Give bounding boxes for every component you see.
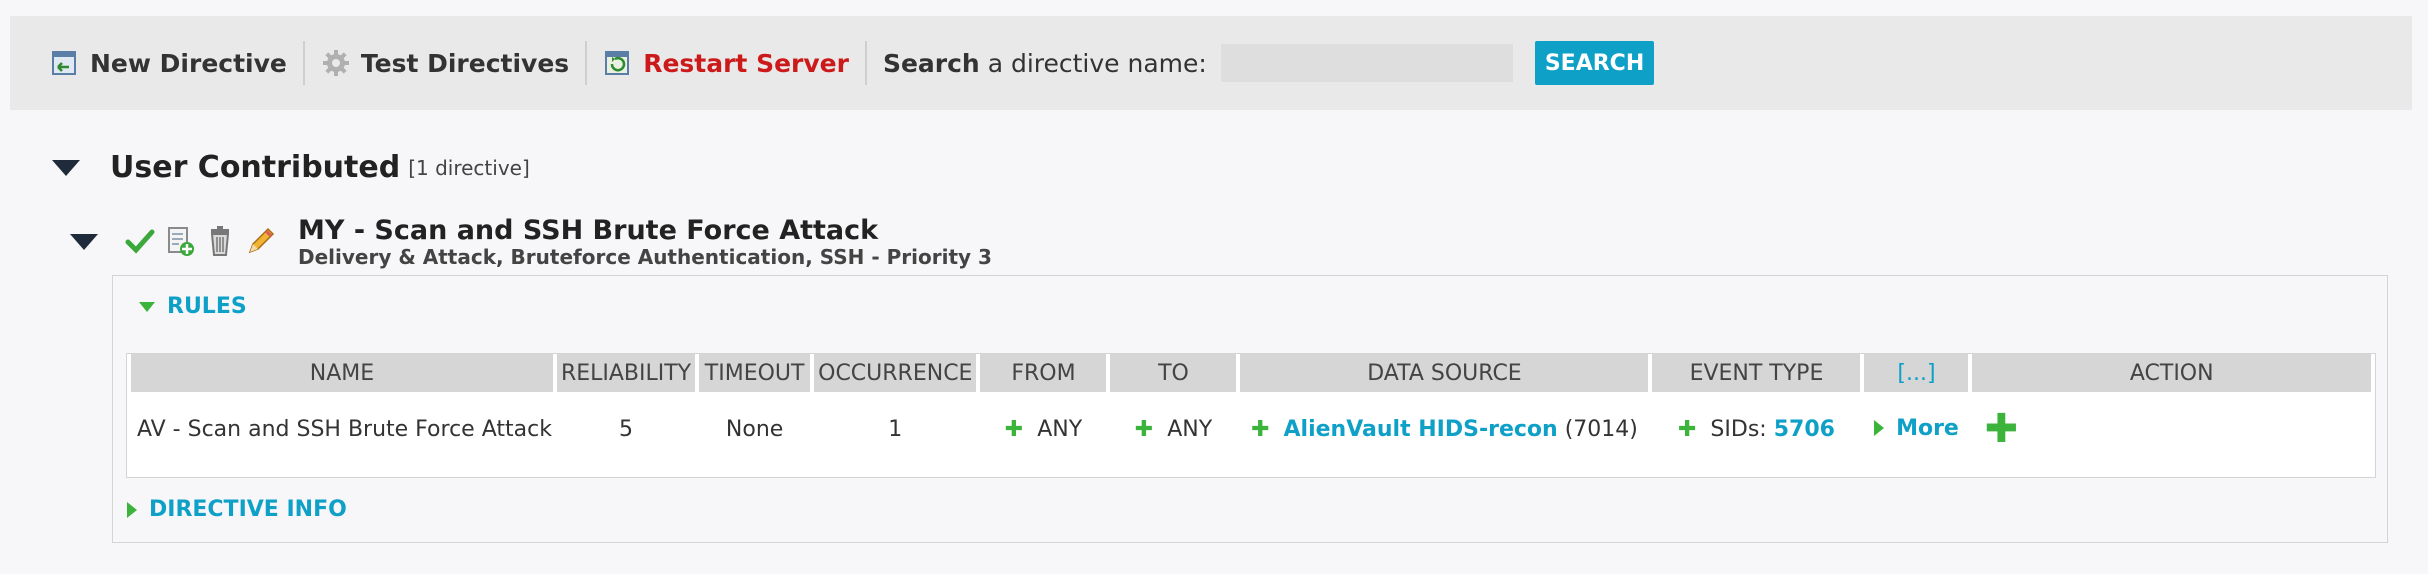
col-timeout: TIMEOUT	[699, 354, 811, 392]
gear-icon	[322, 50, 349, 76]
rule-to: ANY	[1167, 416, 1213, 442]
toolbar-divider	[302, 41, 305, 85]
col-from: FROM	[980, 354, 1107, 392]
data-source-link[interactable]: AlienVault HIDS-recon	[1284, 417, 1558, 442]
rule-from: ANY	[1037, 416, 1083, 442]
table-row: AV - Scan and SSH Brute Force Attack 5 N…	[131, 392, 2371, 466]
sids-label: SIDs:	[1710, 416, 1767, 442]
rule-event-type-cell: ✚ SIDs: 5706	[1652, 392, 1860, 466]
rules-label: RULES	[167, 294, 247, 319]
more-label: More	[1896, 415, 1959, 441]
col-more-link[interactable]: [...]	[1864, 354, 1969, 392]
search-button[interactable]: SEARCH	[1534, 41, 1655, 85]
collapsed-arrow-icon	[127, 501, 137, 518]
category-title: User Contributed	[110, 150, 401, 185]
collapsed-arrow-icon	[1874, 420, 1885, 437]
expand-event-type-plus-icon[interactable]: ✚	[1678, 417, 1696, 442]
directive-panel: RULES NAME RELIABILITY TIMEOUT OCCURRENC…	[112, 275, 2388, 543]
directive-subtitle: Delivery & Attack, Bruteforce Authentica…	[298, 245, 992, 269]
search-input[interactable]	[1220, 44, 1513, 82]
directive-title: MY - Scan and SSH Brute Force Attack	[298, 215, 879, 246]
toolbar: New Directive Test Directives Restart Se…	[10, 16, 2412, 110]
col-event-type: EVENT TYPE	[1652, 354, 1861, 392]
expanded-arrow-icon	[139, 301, 155, 312]
rule-data-source-cell: ✚ AlienVault HIDS-recon (7014)	[1240, 392, 1648, 466]
rule-from-cell: ✚ ANY	[980, 392, 1106, 466]
toolbar-divider	[585, 41, 588, 85]
rule-timeout: None	[725, 416, 784, 442]
rules-table-container: NAME RELIABILITY TIMEOUT OCCURRENCE FROM…	[126, 353, 2376, 478]
more-toggle[interactable]: More	[1874, 416, 1959, 441]
new-directive-label: New Directive	[90, 48, 287, 78]
restart-server-button[interactable]: Restart Server	[603, 48, 849, 78]
data-source-id: (7014)	[1564, 416, 1638, 442]
rule-name: AV - Scan and SSH Brute Force Attack	[137, 416, 552, 442]
rule-to-cell: ✚ ANY	[1110, 392, 1236, 466]
sid-link[interactable]: 5706	[1774, 417, 1835, 442]
search-label-rest: a directive name:	[987, 48, 1207, 78]
collapse-category-icon[interactable]	[52, 159, 80, 176]
toolbar-divider	[864, 41, 867, 85]
new-directive-button[interactable]: New Directive	[50, 48, 287, 78]
rule-reliability: 5	[619, 416, 634, 442]
expand-to-plus-icon[interactable]: ✚	[1135, 417, 1153, 442]
search-label: Search a directive name:	[883, 49, 1207, 78]
col-name: NAME	[131, 354, 553, 392]
test-directives-label: Test Directives	[360, 48, 570, 78]
rule-occurrence: 1	[888, 416, 903, 442]
directive-header: MY - Scan and SSH Brute Force Attack Del…	[70, 216, 992, 268]
col-reliability: RELIABILITY	[556, 354, 696, 392]
expand-from-plus-icon[interactable]: ✚	[1005, 417, 1023, 442]
directive-text: MY - Scan and SSH Brute Force Attack Del…	[298, 215, 992, 269]
category-header: User Contributed [1 directive]	[52, 150, 530, 185]
add-rule-plus-icon[interactable]: ✚	[1984, 406, 2018, 452]
search-label-bold: Search	[882, 48, 980, 78]
col-action: ACTION	[1972, 354, 2371, 392]
collapse-directive-icon[interactable]	[70, 234, 98, 250]
rules-toggle[interactable]: RULES	[139, 294, 247, 319]
delete-trash-icon[interactable]	[204, 224, 236, 258]
directive-actions	[124, 224, 284, 258]
col-occurrence: OCCURRENCE	[814, 354, 977, 392]
rule-action-cell: ✚	[1972, 392, 2371, 466]
restart-server-label: Restart Server	[643, 48, 849, 78]
category-count: [1 directive]	[408, 155, 530, 180]
col-data-source: DATA SOURCE	[1240, 354, 1649, 392]
col-to: TO	[1110, 354, 1237, 392]
rules-table: NAME RELIABILITY TIMEOUT OCCURRENCE FROM…	[127, 354, 2375, 466]
rules-table-header: NAME RELIABILITY TIMEOUT OCCURRENCE FROM…	[131, 354, 2371, 392]
rule-more-cell: More	[1864, 392, 1968, 466]
directive-info-toggle[interactable]: DIRECTIVE INFO	[127, 497, 347, 522]
clone-directive-icon[interactable]	[164, 224, 196, 258]
new-directive-icon	[52, 51, 76, 75]
edit-pencil-icon[interactable]	[244, 224, 276, 258]
directive-info-label: DIRECTIVE INFO	[149, 497, 347, 522]
test-directives-button[interactable]: Test Directives	[321, 48, 569, 78]
restart-server-icon	[605, 51, 630, 75]
expand-data-source-plus-icon[interactable]: ✚	[1251, 417, 1269, 442]
enabled-check-icon[interactable]	[124, 224, 156, 258]
